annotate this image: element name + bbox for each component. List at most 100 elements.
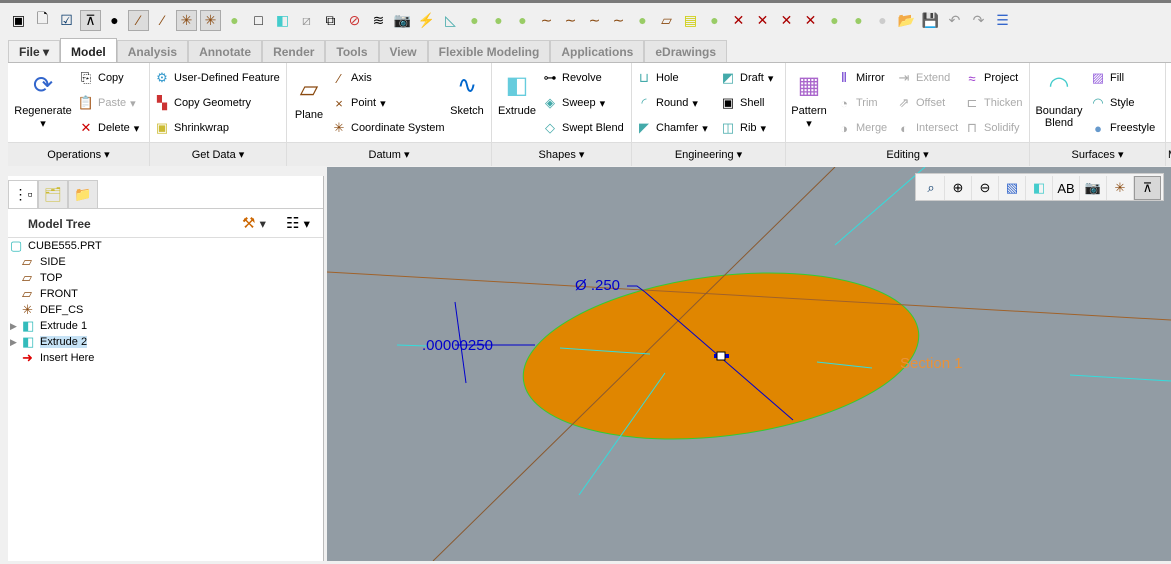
ball-icon[interactable]: ● [224, 10, 245, 31]
rib-button[interactable]: ◫ Rib ▾ [720, 120, 766, 136]
surfaces-menu[interactable]: Surfaces ▾ [1030, 142, 1165, 166]
tab-view[interactable]: View [378, 40, 428, 63]
merge-button[interactable]: ◑ Merge [836, 120, 887, 136]
axis-display-icon[interactable]: ⁄ [128, 9, 149, 31]
no-hidden-icon[interactable]: ⊘ [344, 10, 365, 31]
tab-file[interactable]: File ▾ [8, 40, 61, 63]
pattern-button[interactable]: ▦ Pattern ▾ [788, 69, 830, 131]
ball-icon[interactable]: ● [464, 10, 485, 31]
plane-button[interactable]: ▱ Plane [289, 73, 329, 122]
select-icon[interactable]: ☑ [56, 10, 77, 31]
tree-item[interactable]: ▱ TOP [10, 270, 102, 286]
tab-applications[interactable]: Applications [550, 40, 645, 63]
tree-settings-icon[interactable]: ⚒ ▾ [242, 214, 266, 232]
project-button[interactable]: ≈ Project [964, 70, 1018, 86]
point-button[interactable]: × Point ▾ [331, 95, 385, 111]
tree-item[interactable]: ▱ SIDE [10, 254, 102, 270]
datum-display-icon[interactable]: ✳ [1107, 176, 1134, 200]
triangle-icon[interactable]: ◺ [440, 10, 461, 31]
editing-menu[interactable]: Editing ▾ [786, 142, 1029, 166]
cube-icon[interactable]: ◧ [272, 10, 293, 31]
refit-icon[interactable]: ⌕ [918, 176, 945, 200]
tab-analysis[interactable]: Analysis [116, 40, 189, 63]
tree-item[interactable]: ▶ ◧ Extrude 1 [10, 318, 102, 334]
sketch-button[interactable]: ∿ Sketch [447, 69, 487, 118]
save-icon[interactable]: 💾 [920, 10, 941, 31]
mirror-button[interactable]: ⫴ Mirror [836, 70, 884, 86]
saved-orientations-icon[interactable]: ◧ [1026, 176, 1053, 200]
named-views-icon[interactable]: AB [1053, 176, 1080, 200]
plane-display-icon[interactable]: □ [248, 10, 269, 31]
curve-icon[interactable]: ∼ [608, 10, 629, 31]
freestyle-button[interactable]: ● Freestyle [1090, 120, 1155, 136]
wireframe-icon[interactable]: ⧉ [320, 10, 341, 31]
favorites-tab[interactable]: 📁 [68, 180, 98, 209]
tab-model[interactable]: Model [60, 38, 117, 63]
tab-render[interactable]: Render [262, 40, 326, 63]
curve-icon[interactable]: ∼ [560, 10, 581, 31]
expand-arrow-icon[interactable]: ▶ [10, 321, 18, 332]
ball-icon[interactable]: ● [872, 10, 893, 31]
undo-icon[interactable]: ↶ [944, 10, 965, 31]
zoom-in-icon[interactable]: ⊕ [945, 176, 972, 200]
curve-icon[interactable]: ∼ [536, 10, 557, 31]
fill-button[interactable]: ▨ Fill [1090, 70, 1124, 86]
operations-menu[interactable]: Operations ▾ [8, 142, 149, 166]
datum-display-icon[interactable]: ⊼ [80, 9, 101, 31]
x-mark-icon[interactable]: ✕ [752, 10, 773, 31]
layers-icon[interactable]: ≋ [368, 10, 389, 31]
tree-item[interactable]: ➜ Insert Here [10, 350, 102, 366]
ball-icon[interactable]: ● [848, 10, 869, 31]
graphics-viewport[interactable]: Ø .250 .00000250 Section 1 [326, 166, 1171, 562]
redo-icon[interactable]: ↷ [968, 10, 989, 31]
delete-button[interactable]: ✕ Delete ▾ [78, 120, 140, 136]
x-mark-icon[interactable]: ✕ [800, 10, 821, 31]
thicken-button[interactable]: ⊏ Thicken [964, 95, 1023, 111]
style-button[interactable]: ◠ Style [1090, 95, 1134, 111]
new-file-icon[interactable]: 🗋 [32, 10, 53, 31]
x-mark-icon[interactable]: ✕ [776, 10, 797, 31]
drag-handle[interactable] [716, 351, 726, 361]
hole-button[interactable]: ⊔ Hole [636, 70, 679, 86]
shading-icon[interactable]: ● [104, 10, 125, 31]
datum-menu[interactable]: Datum ▾ [287, 142, 491, 166]
boundary-blend-button[interactable]: ◠ Boundary Blend [1032, 69, 1086, 130]
ball-icon[interactable]: ● [488, 10, 509, 31]
x-mark-icon[interactable]: ✕ [728, 10, 749, 31]
trim-button[interactable]: ◔ Trim [836, 95, 878, 111]
draft-button[interactable]: ◩ Draft ▾ [720, 70, 774, 86]
tree-item[interactable]: ✳ DEF_CS [10, 302, 102, 318]
csys-tag-icon[interactable]: ✳ [200, 9, 221, 31]
regenerate-icon[interactable]: ☰ [992, 10, 1013, 31]
shapes-menu[interactable]: Shapes ▾ [492, 142, 631, 166]
tab-annotate[interactable]: Annotate [188, 40, 263, 63]
udf-button[interactable]: ⚙ User-Defined Feature [154, 70, 280, 86]
lightning-icon[interactable]: ⚡ [416, 10, 437, 31]
plane-icon[interactable]: ▱ [656, 10, 677, 31]
intersect-button[interactable]: ◐ Intersect [896, 120, 958, 136]
round-button[interactable]: ◜ Round ▾ [636, 95, 697, 111]
display-style-icon[interactable]: 📷 [1080, 176, 1107, 200]
show-menu-icon[interactable]: ☷ ▾ [286, 214, 310, 232]
tab-edrawings[interactable]: eDrawings [644, 40, 728, 63]
ball-icon[interactable]: ● [512, 10, 533, 31]
paste-button[interactable]: 📋 Paste ▾ [78, 95, 136, 111]
copy-button[interactable]: ⎘ Copy [78, 70, 124, 86]
repaint-icon[interactable]: ▣ [8, 10, 29, 31]
engineering-menu[interactable]: Engineering ▾ [632, 142, 785, 166]
csys-display-icon[interactable]: ✳ [176, 9, 197, 31]
tree-item[interactable]: ▱ FRONT [10, 286, 102, 302]
copy-geometry-button[interactable]: ▚ Copy Geometry [154, 95, 251, 111]
axis-tag-icon[interactable]: ⁄ [152, 10, 173, 31]
sweep-button[interactable]: ◈ Sweep ▾ [542, 95, 605, 111]
folder-browser-tab[interactable]: 🗂 [38, 180, 68, 209]
csys-button[interactable]: ✳ Coordinate System [331, 120, 445, 136]
offset-button[interactable]: ⇗ Offset [896, 95, 946, 111]
ball-icon[interactable]: ● [824, 10, 845, 31]
chamfer-button[interactable]: ◤ Chamfer ▾ [636, 120, 708, 136]
tab-flexible-modeling[interactable]: Flexible Modeling [427, 40, 551, 63]
annotation-display-icon[interactable]: ⊼ [1134, 176, 1161, 200]
analysis-icon[interactable]: ▤ [680, 10, 701, 31]
swept-blend-button[interactable]: ◇ Swept Blend [542, 120, 624, 136]
axis-button[interactable]: ⁄ Axis [331, 70, 372, 86]
